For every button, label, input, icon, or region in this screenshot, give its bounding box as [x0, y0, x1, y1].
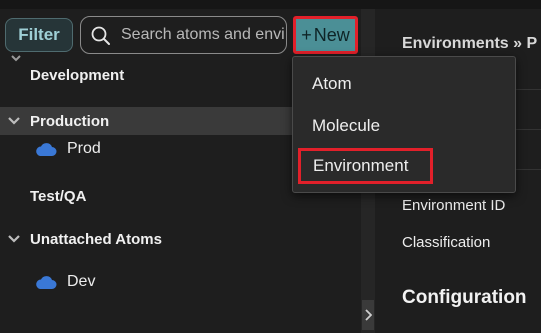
cloud-icon	[36, 276, 57, 289]
tree-leaf-label: Prod	[67, 140, 101, 157]
tree-leaf-dev[interactable]: Dev	[0, 268, 361, 296]
plus-icon: +	[301, 24, 312, 45]
field-label-environment-id: Environment ID	[402, 197, 506, 214]
new-button[interactable]: + New	[293, 16, 358, 54]
chevron-down-icon[interactable]	[7, 114, 21, 128]
tree-group-label: Unattached Atoms	[30, 230, 162, 248]
cloud-icon	[36, 143, 57, 156]
chevron-down-icon[interactable]	[7, 232, 21, 246]
search-icon	[91, 26, 110, 45]
field-label-classification: Classification	[402, 234, 491, 251]
menu-item-molecule[interactable]: Molecule	[293, 109, 515, 143]
breadcrumb[interactable]: Environments » P	[402, 35, 537, 53]
new-menu: Atom Molecule Environment	[292, 56, 516, 193]
tree-group-label: Test/QA	[30, 187, 87, 205]
new-button-label: New	[313, 24, 350, 45]
menu-item-environment[interactable]: Environment	[298, 148, 433, 184]
top-border	[0, 0, 541, 9]
search-input[interactable]	[121, 17, 285, 53]
filter-button[interactable]: Filter	[5, 18, 73, 52]
search-box[interactable]	[80, 16, 287, 54]
tree-group-label: Production	[30, 112, 110, 130]
section-title-configuration: Configuration	[402, 287, 527, 308]
chevron-right-icon[interactable]	[362, 300, 374, 330]
menu-item-atom[interactable]: Atom	[293, 67, 515, 101]
tree-group-label: Development	[30, 66, 125, 84]
tree-group-unattached-atoms[interactable]: Unattached Atoms	[0, 225, 361, 253]
tree-leaf-label: Dev	[67, 273, 96, 290]
